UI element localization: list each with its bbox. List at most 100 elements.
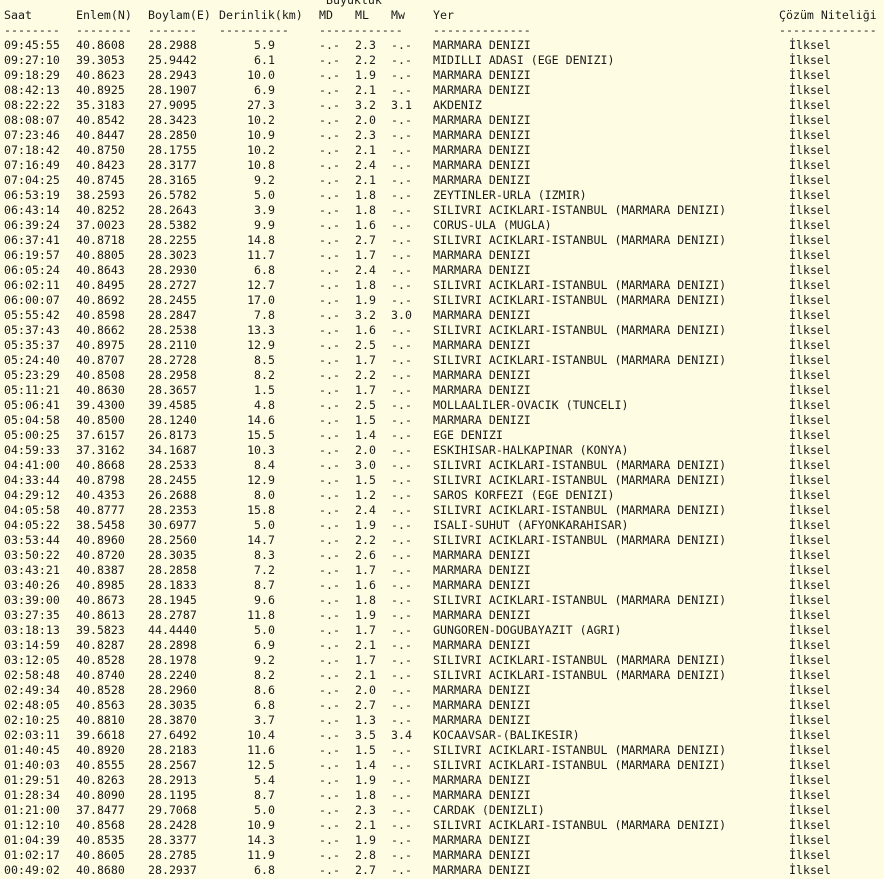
cell-boylam: 28.1945 bbox=[148, 593, 197, 607]
cell-yer: EGE DENIZI bbox=[433, 428, 503, 442]
cell-boylam: 28.2858 bbox=[148, 563, 197, 577]
cell-ml: 1.7 bbox=[355, 653, 376, 667]
cell-mw: 3.0 bbox=[391, 308, 412, 322]
cell-cozum: İlksel bbox=[789, 473, 831, 487]
quake-row: 03:53:44 40.8960 28.2560 14.7 -.- 2.2 -.- SILIV… bbox=[0, 533, 884, 548]
cell-derinlik: 6.9 bbox=[254, 638, 275, 652]
cell-derinlik: 5.0 bbox=[254, 188, 275, 202]
cell-md: -.- bbox=[319, 593, 340, 607]
cell-yer: MARMARA DENIZI bbox=[433, 263, 531, 277]
cell-mw: -.- bbox=[391, 698, 412, 712]
quake-row: 06:53:19 38.2593 26.5782 5.0 -.- 1.8 -.- ZEYTIN… bbox=[0, 188, 884, 203]
cell-enlem: 40.8810 bbox=[76, 713, 125, 727]
cell-mw: -.- bbox=[391, 863, 412, 877]
cell-boylam: 28.2110 bbox=[148, 338, 197, 352]
cell-cozum: İlksel bbox=[789, 443, 831, 457]
magnitude-group-header-line: Buyukluk bbox=[0, 0, 884, 8]
cell-saat: 07:23:46 bbox=[4, 128, 60, 142]
cell-yer: MARMARA DENIZI bbox=[433, 128, 531, 142]
cell-saat: 01:28:34 bbox=[4, 788, 60, 802]
cell-enlem: 40.8985 bbox=[76, 578, 125, 592]
quake-row: 02:03:11 39.6618 27.6492 10.4 -.- 3.5 3.4 KOCAA… bbox=[0, 728, 884, 743]
cell-md: -.- bbox=[319, 83, 340, 97]
cell-yer: MARMARA DENIZI bbox=[433, 413, 531, 427]
cell-saat: 04:33:44 bbox=[4, 473, 60, 487]
cell-saat: 02:58:48 bbox=[4, 668, 60, 682]
cell-boylam: 28.2937 bbox=[148, 863, 197, 877]
cell-enlem: 40.8668 bbox=[76, 458, 125, 472]
cell-mw: -.- bbox=[391, 623, 412, 637]
header-saat: Saat bbox=[4, 8, 32, 22]
cell-yer: MARMARA DENIZI bbox=[433, 788, 531, 802]
cell-cozum: İlksel bbox=[789, 293, 831, 307]
cell-md: -.- bbox=[319, 113, 340, 127]
quake-row: 07:18:42 40.8750 28.1755 10.2 -.- 2.1 -.- MARMA… bbox=[0, 143, 884, 158]
cell-md: -.- bbox=[319, 188, 340, 202]
cell-enlem: 39.6618 bbox=[76, 728, 125, 742]
cell-ml: 2.1 bbox=[355, 173, 376, 187]
cell-md: -.- bbox=[319, 518, 340, 532]
cell-md: -.- bbox=[319, 668, 340, 682]
cell-boylam: 28.2958 bbox=[148, 368, 197, 382]
cell-boylam: 28.3657 bbox=[148, 383, 197, 397]
quake-row: 08:08:07 40.8542 28.3423 10.2 -.- 2.0 -.- MARMA… bbox=[0, 113, 884, 128]
cell-derinlik: 8.3 bbox=[254, 548, 275, 562]
quake-row: 05:37:43 40.8662 28.2538 13.3 -.- 1.6 -.- SILIV… bbox=[0, 323, 884, 338]
cell-mw: -.- bbox=[391, 38, 412, 52]
cell-yer: SILIVRI ACIKLARI-ISTANBUL (MARMARA DENIZ… bbox=[433, 743, 727, 757]
cell-md: -.- bbox=[319, 683, 340, 697]
quake-row: 01:02:17 40.8605 28.2785 11.9 -.- 2.8 -.- MARMA… bbox=[0, 848, 884, 863]
cell-cozum: İlksel bbox=[789, 653, 831, 667]
cell-cozum: İlksel bbox=[789, 863, 831, 877]
cell-saat: 05:11:21 bbox=[4, 383, 60, 397]
cell-ml: 2.3 bbox=[355, 38, 376, 52]
cell-cozum: İlksel bbox=[789, 623, 831, 637]
cell-ml: 1.7 bbox=[355, 353, 376, 367]
cell-md: -.- bbox=[319, 368, 340, 382]
cell-ml: 1.9 bbox=[355, 68, 376, 82]
quake-row: 05:24:40 40.8707 28.2728 8.5 -.- 1.7 -.- SILIVR… bbox=[0, 353, 884, 368]
cell-boylam: 28.3165 bbox=[148, 173, 197, 187]
separator-yer: -------------- bbox=[433, 23, 531, 37]
cell-cozum: İlksel bbox=[789, 803, 831, 817]
cell-yer: MARMARA DENIZI bbox=[433, 113, 531, 127]
cell-cozum: İlksel bbox=[789, 173, 831, 187]
quake-row: 07:16:49 40.8423 28.3177 10.8 -.- 2.4 -.- MARMA… bbox=[0, 158, 884, 173]
cell-cozum: İlksel bbox=[789, 533, 831, 547]
cell-cozum: İlksel bbox=[789, 83, 831, 97]
cell-md: -.- bbox=[319, 128, 340, 142]
cell-ml: 2.2 bbox=[355, 368, 376, 382]
quake-row: 03:50:22 40.8720 28.3035 8.3 -.- 2.6 -.- MARMAR… bbox=[0, 548, 884, 563]
cell-boylam: 29.7068 bbox=[148, 803, 197, 817]
cell-ml: 1.5 bbox=[355, 473, 376, 487]
cell-md: -.- bbox=[319, 638, 340, 652]
cell-ml: 3.5 bbox=[355, 728, 376, 742]
cell-derinlik: 12.9 bbox=[247, 473, 275, 487]
cell-ml: 1.8 bbox=[355, 788, 376, 802]
cell-enlem: 35.3183 bbox=[76, 98, 125, 112]
cell-enlem: 37.6157 bbox=[76, 428, 125, 442]
quake-row: 09:45:55 40.8608 28.2988 5.9 -.- 2.3 -.- MARMAR… bbox=[0, 38, 884, 53]
quake-row: 06:43:14 40.8252 28.2643 3.9 -.- 1.8 -.- SILIVR… bbox=[0, 203, 884, 218]
cell-enlem: 40.8662 bbox=[76, 323, 125, 337]
cell-derinlik: 8.5 bbox=[254, 353, 275, 367]
cell-cozum: İlksel bbox=[789, 53, 831, 67]
cell-boylam: 28.2428 bbox=[148, 818, 197, 832]
cell-derinlik: 8.4 bbox=[254, 458, 275, 472]
cell-yer: GUNGOREN-DOGUBAYAZIT (AGRI) bbox=[433, 623, 622, 637]
cell-yer: CORUS-ULA (MUGLA) bbox=[433, 218, 552, 232]
header-boylam: Boylam(E) bbox=[148, 8, 211, 22]
cell-yer: SILIVRI ACIKLARI-ISTANBUL (MARMARA DENIZ… bbox=[433, 593, 727, 607]
cell-derinlik: 9.6 bbox=[254, 593, 275, 607]
quake-row: 01:29:51 40.8263 28.2913 5.4 -.- 1.9 -.- MARMAR… bbox=[0, 773, 884, 788]
cell-cozum: İlksel bbox=[789, 488, 831, 502]
cell-md: -.- bbox=[319, 788, 340, 802]
cell-ml: 2.1 bbox=[355, 818, 376, 832]
cell-boylam: 28.2898 bbox=[148, 638, 197, 652]
cell-derinlik: 5.4 bbox=[254, 773, 275, 787]
cell-cozum: İlksel bbox=[789, 188, 831, 202]
cell-derinlik: 9.9 bbox=[254, 218, 275, 232]
cell-cozum: İlksel bbox=[789, 128, 831, 142]
cell-ml: 2.0 bbox=[355, 683, 376, 697]
cell-saat: 02:48:05 bbox=[4, 698, 60, 712]
